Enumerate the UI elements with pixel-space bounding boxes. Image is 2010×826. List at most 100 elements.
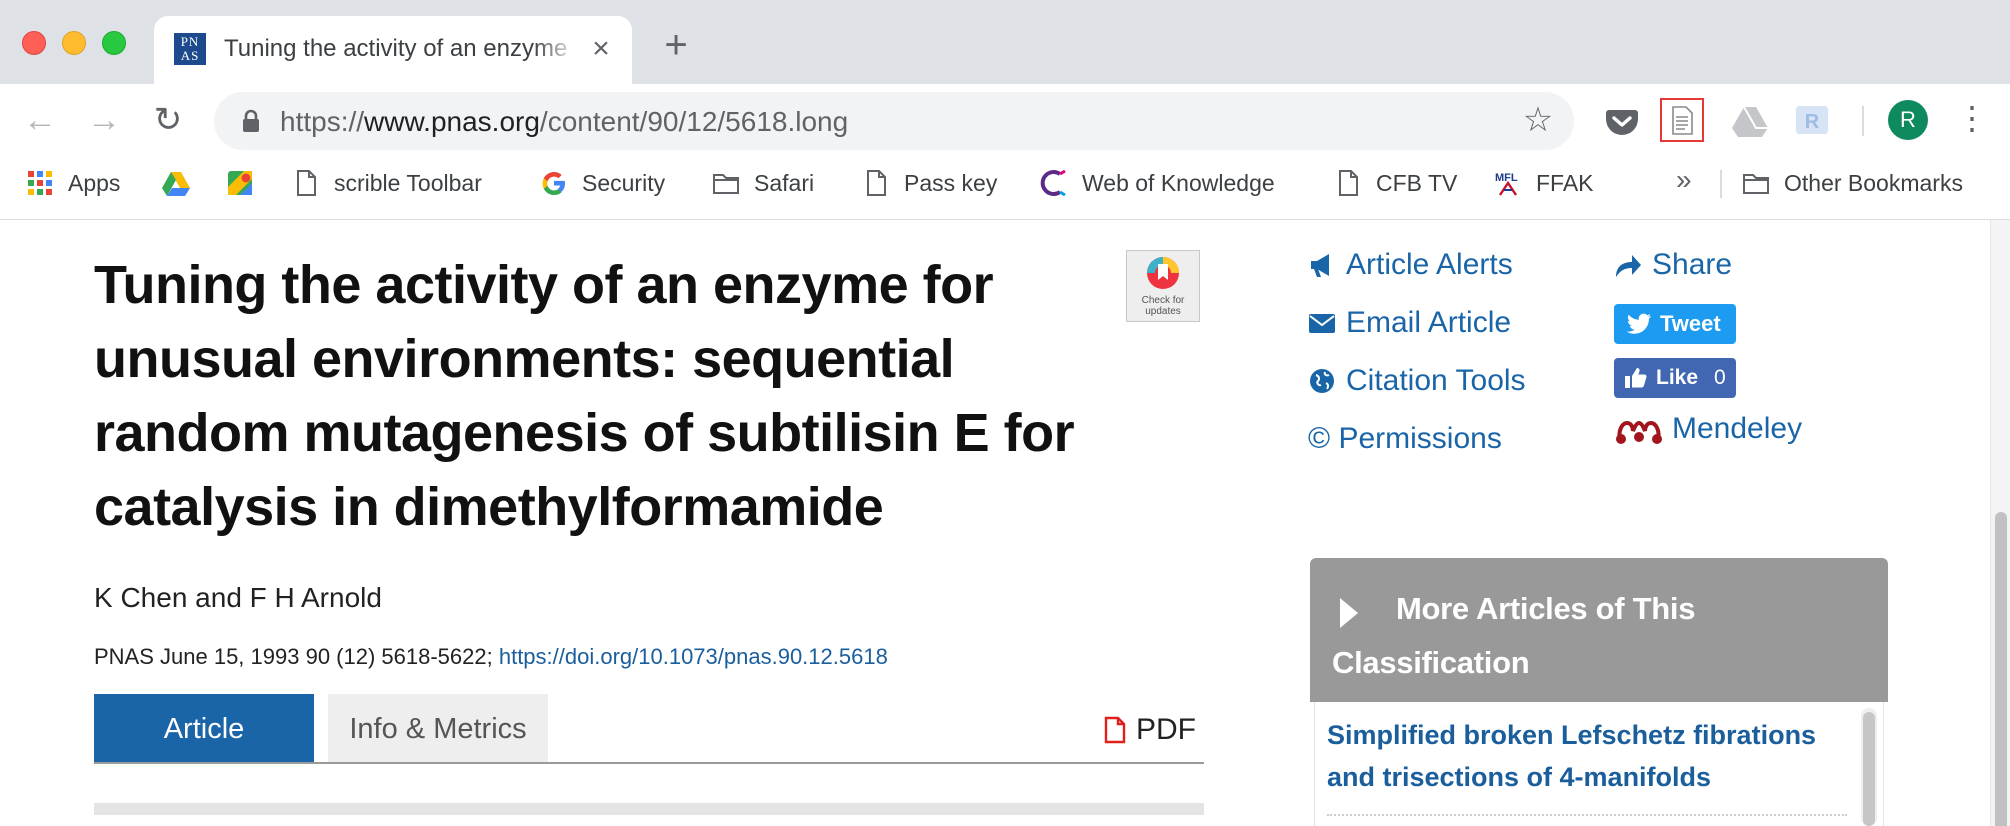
browser-tab-active[interactable]: PN AS Tuning the activity of an enzyme f… [154,16,632,84]
window-minimize-button[interactable] [62,31,86,55]
more-articles-panel[interactable]: More Articles of This Classification [1310,558,1888,702]
google-g-icon [542,172,565,195]
bookmarks-separator [1720,170,1722,198]
list-divider [1327,814,1847,816]
window-maximize-button[interactable] [102,31,126,55]
bookmark-label: Web of Knowledge [1082,169,1275,196]
bookmark-safari-folder[interactable]: Safari [712,158,814,208]
reader-view-icon[interactable] [1660,98,1704,142]
more-articles-scrollbar[interactable] [1861,708,1877,826]
new-tab-button[interactable]: + [656,25,696,66]
mendeley-label: Mendeley [1672,412,1803,445]
more-articles-scroll-thumb[interactable] [1863,712,1875,826]
svg-text:R: R [1805,111,1820,133]
bookmark-label: Other Bookmarks [1784,169,1963,196]
drive-icon[interactable] [1728,98,1772,142]
envelope-icon [1309,314,1335,333]
email-article-link[interactable]: Email Article [1308,306,1511,340]
mendeley-icon [1616,420,1662,444]
permissions-label: © Permissions [1308,422,1502,455]
crossmark-label: Check for updates [1141,295,1185,317]
thumbs-up-icon [1625,368,1647,388]
bookmark-label: Safari [754,169,815,196]
citation-text: PNAS June 15, 1993 90 (12) 5618-5622; [94,644,499,669]
bookmark-label: Security [582,169,666,196]
page-icon [297,170,316,196]
bookmark-drive[interactable] [162,158,204,208]
forward-button[interactable]: → [82,98,126,142]
bookmark-web-of-knowledge[interactable]: Web of Knowledge [1040,158,1275,208]
window-close-button[interactable] [22,31,46,55]
globe-icon [1310,369,1334,393]
citation-tools-link[interactable]: Citation Tools [1308,364,1526,398]
bookmark-star-icon[interactable]: ☆ [1518,100,1558,140]
content-separator [94,803,1204,815]
folder-icon [713,174,739,194]
doi-link[interactable]: https://doi.org/10.1073/pnas.90.12.5618 [499,644,888,669]
r-extension-icon[interactable]: R [1790,98,1834,142]
mendeley-link[interactable]: Mendeley [1614,412,1802,446]
svg-text:MFL: MFL [1495,172,1518,184]
pdf-file-icon [1104,716,1126,744]
article-authors: K Chen and F H Arnold [94,582,382,613]
apps-grid-icon [28,171,52,195]
tab-article[interactable]: Article [94,694,314,764]
mfl-icon: MFL [1495,172,1518,196]
lock-icon [243,109,259,132]
tab-title-fade [534,30,578,70]
back-button[interactable]: ← [18,98,62,142]
article-alerts-link[interactable]: Article Alerts [1308,248,1513,282]
like-label: Like [1656,366,1699,389]
page-scrollbar[interactable] [1990,220,2010,826]
bookmark-label: scrible Toolbar [334,169,482,196]
bookmark-other-folder[interactable]: Other Bookmarks [1742,158,1963,208]
share-link[interactable]: Share [1614,248,1732,282]
tabs-divider [94,762,1204,764]
google-drive-icon [162,172,190,196]
bookmark-label: FFAK [1536,169,1594,196]
pocket-icon[interactable] [1600,98,1644,142]
browser-toolbar: ← → ↻ https://www.pnas.org/content/90/12… [0,84,2010,158]
permissions-link[interactable]: © Permissions [1308,422,1502,456]
bookmark-label: Pass key [904,169,998,196]
page-icon [867,170,886,196]
profile-avatar[interactable]: R [1888,100,1928,140]
bookmark-apps[interactable]: Apps [26,158,120,208]
url-scheme: https:// [280,106,365,137]
page-scroll-thumb[interactable] [1995,512,2007,826]
more-articles-title: More Articles of This Classification [1332,591,1696,680]
tweet-label: Tweet [1660,311,1721,336]
document-icon [1672,106,1693,135]
address-bar[interactable]: https://www.pnas.org/content/90/12/5618.… [214,92,1574,150]
bookmark-cfb-tv[interactable]: CFB TV [1334,158,1457,208]
more-articles-item-link[interactable]: Simplified broken Lefschetz fibrations a… [1327,714,1857,798]
facebook-like-button[interactable]: Like 0 [1614,358,1736,398]
url-host: www.pnas.org [364,106,540,137]
email-article-label: Email Article [1346,306,1512,339]
more-articles-list: Simplified broken Lefschetz fibrations a… [1314,702,1884,826]
clarivate-icon [1040,169,1066,197]
share-arrow-icon [1616,255,1641,277]
tab-info-metrics[interactable]: Info & Metrics [328,694,548,764]
like-count: 0 [1714,366,1726,389]
browser-menu-icon[interactable]: ⋮ [1956,98,1988,142]
reload-button[interactable]: ↻ [146,98,190,142]
bookmarks-overflow-chevron[interactable]: » [1676,164,1692,196]
bookmark-scrible[interactable]: scrible Toolbar [292,158,482,208]
tweet-button[interactable]: Tweet [1614,304,1736,344]
citation-tools-label: Citation Tools [1346,364,1526,397]
bookmark-ffak[interactable]: MFL FFAK [1494,158,1594,208]
twitter-bird-icon [1626,313,1651,334]
tab-close-icon[interactable]: × [584,32,618,66]
check-for-updates-badge[interactable]: Check for updates [1126,250,1200,322]
folder-icon [1743,174,1769,194]
article-citation: PNAS June 15, 1993 90 (12) 5618-5622; ht… [94,644,888,670]
bookmark-pass-key[interactable]: Pass key [862,158,997,208]
megaphone-icon [1311,254,1329,277]
tab-title: Tuning the activity of an enzyme for unu… [224,35,574,62]
url-text[interactable]: https://www.pnas.org/content/90/12/5618.… [280,106,848,138]
bookmark-maps[interactable] [226,158,268,208]
bookmark-security[interactable]: Security [540,158,665,208]
pdf-link[interactable]: PDF [1104,710,1196,750]
pdf-label: PDF [1136,713,1196,746]
